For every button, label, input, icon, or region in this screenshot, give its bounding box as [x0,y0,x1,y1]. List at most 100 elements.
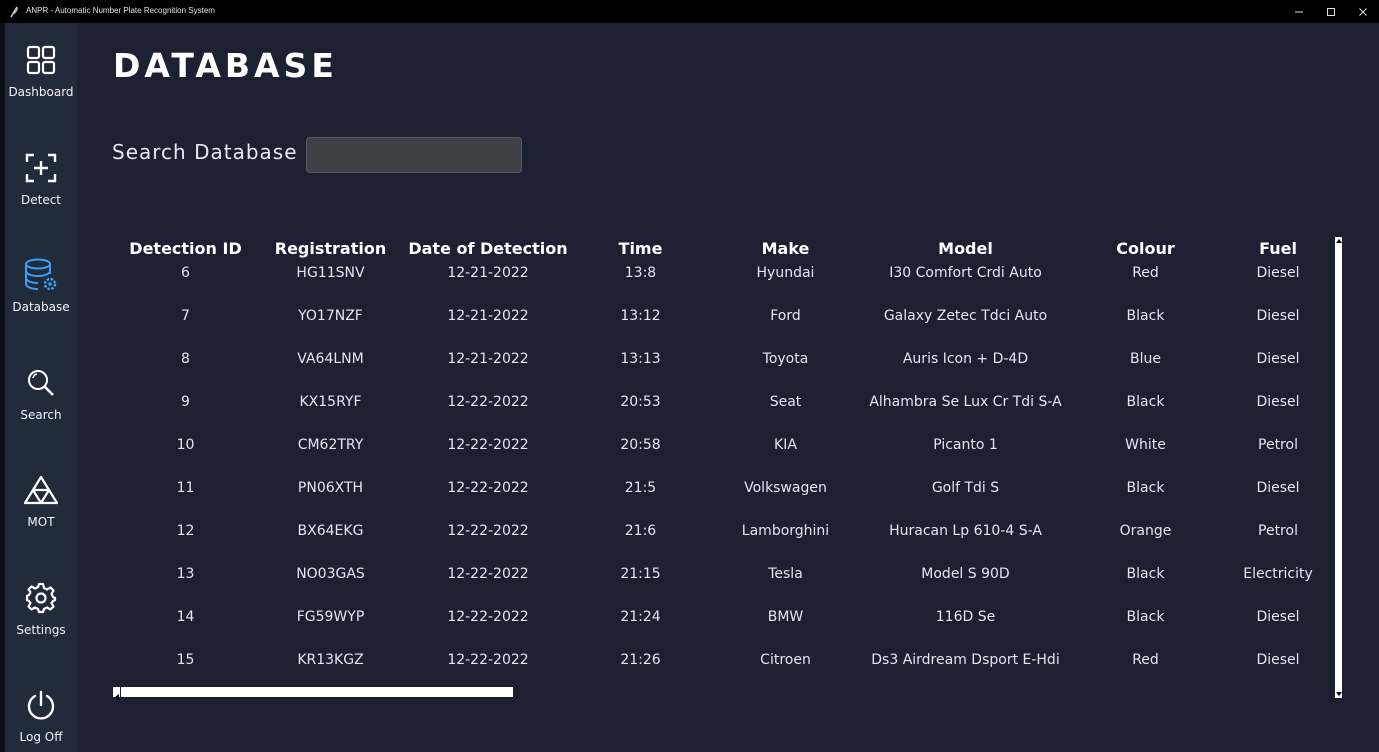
cell-time: 21:26 [620,652,661,668]
sidebar-item-label: Log Off [19,730,63,744]
cell-model: Auris Icon + D-4D [902,351,1029,367]
cell-date: 12-22-2022 [447,566,529,582]
cell-detection-id: 13 [176,566,195,582]
column-header-detection-id[interactable]: Detection ID [113,233,258,263]
sidebar-item-detect[interactable]: Detect [5,131,77,231]
cell-registration: BX64EKG [297,523,364,539]
power-icon [23,687,59,723]
sidebar-item-search[interactable]: Search [5,346,77,446]
column-header-time[interactable]: Time [573,233,708,263]
table-header-row: Detection ID Registration Date of Detect… [113,233,1333,263]
table-row[interactable]: 12 BX64EKG 12-22-2022 21:6 Lamborghini H… [113,521,1333,564]
cell-fuel: Diesel [1256,308,1300,324]
detect-frame-plus-icon [23,150,59,186]
cell-date: 12-22-2022 [447,609,529,625]
table-row[interactable]: 9 KX15RYF 12-22-2022 20:53 Seat Alhambra… [113,392,1333,435]
cell-detection-id: 7 [181,308,190,324]
column-header-date-of-detection[interactable]: Date of Detection [403,233,573,263]
table-horizontal-scrollbar[interactable] [113,687,513,697]
detections-table: Detection ID Registration Date of Detect… [113,233,1333,693]
table-row[interactable]: 14 FG59WYP 12-22-2022 21:24 BMW 116D Se … [113,607,1333,650]
cell-registration: CM62TRY [297,437,364,453]
close-button[interactable] [1347,0,1379,23]
sidebar-item-dashboard[interactable]: Dashboard [5,23,77,123]
cell-fuel: Petrol [1258,437,1298,453]
maximize-button[interactable] [1315,0,1347,23]
cell-registration: KX15RYF [299,394,362,410]
cell-model: Golf Tdi S [931,480,1000,496]
table-row[interactable]: 13 NO03GAS 12-22-2022 21:15 Tesla Model … [113,564,1333,607]
sidebar-item-settings[interactable]: Settings [5,561,77,661]
sidebar-item-database[interactable]: Database [5,238,77,338]
cell-time: 21:6 [624,523,657,539]
column-header-model[interactable]: Model [863,233,1068,263]
window-titlebar: ANPR - Automatic Number Plate Recognitio… [0,0,1379,23]
cell-detection-id: 12 [176,523,195,539]
cell-model: Alhambra Se Lux Cr Tdi S-A [869,394,1062,410]
cell-time: 20:53 [620,394,661,410]
cell-colour: Black [1126,308,1165,324]
table-row[interactable]: 10 CM62TRY 12-22-2022 20:58 KIA Picanto … [113,435,1333,478]
dashboard-grid-icon [23,42,59,78]
app-feather-icon [10,6,18,18]
cell-detection-id: 8 [181,351,190,367]
scroll-down-arrow-icon[interactable] [1336,691,1342,697]
cell-time: 13:12 [620,308,661,324]
column-header-fuel[interactable]: Fuel [1223,233,1333,263]
cell-registration: NO03GAS [296,566,365,582]
sidebar-item-label: Settings [16,623,66,637]
close-icon [1359,7,1367,16]
column-header-registration[interactable]: Registration [258,233,403,263]
scroll-left-arrow[interactable] [113,687,121,700]
cell-colour: Black [1126,609,1165,625]
scroll-left-arrow-icon [115,694,119,700]
cell-make: Volkswagen [744,480,827,496]
page-title: DATABASE [113,46,338,85]
column-header-make[interactable]: Make [708,233,863,263]
cell-colour: Black [1126,394,1165,410]
cell-date: 12-21-2022 [447,308,529,324]
cell-fuel: Diesel [1256,394,1300,410]
window-controls [1283,0,1379,23]
sidebar-nav: Dashboard Detect Database Search MOT Set… [5,23,77,752]
main-content: DATABASE Search Database : Detection ID … [77,23,1379,752]
minimize-button[interactable] [1283,0,1315,23]
cell-registration: FG59WYP [296,609,365,625]
cell-registration: YO17NZF [298,308,363,324]
table-vertical-scrollbar[interactable] [1334,236,1343,699]
cell-fuel: Diesel [1256,609,1300,625]
cell-fuel: Electricity [1243,566,1313,582]
search-label: Search Database : [112,140,313,164]
cell-registration: VA64LNM [297,351,364,367]
cell-make: Citroen [760,652,811,668]
maximize-icon [1327,7,1335,16]
search-database-input[interactable] [306,137,522,173]
gear-icon [23,580,59,616]
sidebar-item-label: MOT [27,515,55,529]
cell-time: 13:8 [624,265,657,281]
scroll-up-arrow-icon[interactable] [1336,238,1342,244]
cell-time: 21:24 [620,609,661,625]
cell-time: 20:58 [620,437,661,453]
cell-make: KIA [774,437,797,453]
cell-fuel: Diesel [1256,652,1300,668]
cell-make: Tesla [768,566,803,582]
cell-colour: Black [1126,566,1165,582]
cell-fuel: Diesel [1256,480,1300,496]
cell-make: BMW [767,609,804,625]
sidebar-item-label: Dashboard [8,85,74,99]
table-row[interactable]: 11 PN06XTH 12-22-2022 21:5 Volkswagen Go… [113,478,1333,521]
cell-time: 21:15 [620,566,661,582]
cell-registration: HG11SNV [296,265,365,281]
table-row[interactable]: 7 YO17NZF 12-21-2022 13:12 Ford Galaxy Z… [113,306,1333,349]
sidebar-item-log-off[interactable]: Log Off [5,668,77,752]
sidebar-item-mot[interactable]: MOT [5,453,77,553]
cell-model: 116D Se [935,609,996,625]
detections-table-container: Detection ID Registration Date of Detect… [113,233,1333,693]
cell-colour: Blue [1130,351,1161,367]
table-row[interactable]: 6 HG11SNV 12-21-2022 13:8 Hyundai I30 Co… [113,263,1333,306]
cell-make: Ford [770,308,801,324]
table-row[interactable]: 8 VA64LNM 12-21-2022 13:13 Toyota Auris … [113,349,1333,392]
column-header-colour[interactable]: Colour [1068,233,1223,263]
cell-colour: Orange [1119,523,1172,539]
